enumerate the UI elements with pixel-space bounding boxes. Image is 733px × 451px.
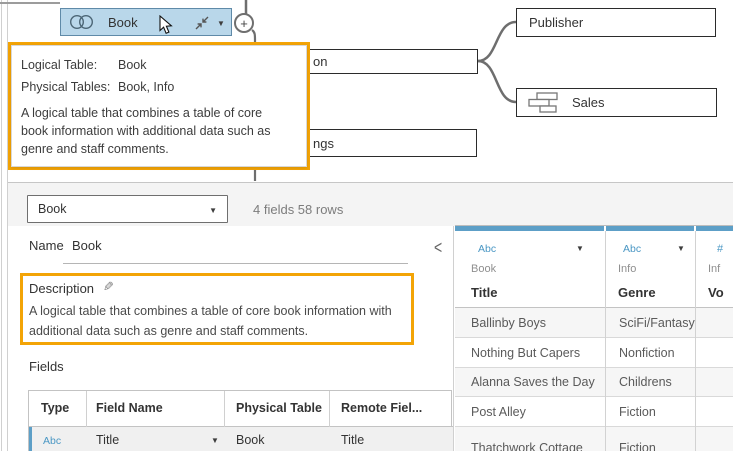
plus-icon: + — [240, 17, 248, 30]
name-input-underline — [63, 263, 408, 264]
fields-table-row[interactable]: Abc Title ▼ Book Title — [29, 427, 453, 451]
edit-pencil-icon[interactable]: ✎ — [103, 279, 114, 295]
node-edition-label: on — [313, 54, 327, 69]
cell-title: Alanna Saves the Day — [471, 375, 595, 389]
grid-col-divider-2 — [695, 231, 696, 451]
fields-header-physical-table: Physical Table — [236, 401, 322, 415]
grid-row-2: Nothing But Capers Nonfiction — [455, 338, 733, 368]
fields-header-field-name: Field Name — [96, 401, 163, 415]
join-venn-icon — [68, 14, 97, 30]
fields-header-remote-field: Remote Fiel... — [341, 401, 422, 415]
column-field-name: Title — [471, 285, 498, 300]
fields-section-label: Fields — [29, 359, 64, 374]
grid-row-1: Ballinby Boys SciFi/Fantasy — [455, 308, 733, 338]
field-name-caret-icon[interactable]: ▼ — [211, 436, 219, 445]
tooltip-description: A logical table that combines a table of… — [21, 104, 291, 158]
cell-genre: Childrens — [619, 375, 672, 389]
string-type-icon: Abc — [478, 243, 496, 255]
selector-caret-icon: ▼ — [209, 206, 217, 215]
fields-rows-summary: 4 fields 58 rows — [253, 202, 343, 217]
description-text: A logical table that combines a table of… — [29, 301, 407, 341]
node-dropdown-caret-icon[interactable]: ▼ — [217, 19, 225, 28]
grid-row-4: Post Alley Fiction — [455, 397, 733, 427]
fields-table: Type Field Name Physical Table Remote Fi… — [28, 390, 452, 451]
column-menu-caret-icon[interactable]: ▼ — [576, 244, 584, 253]
table-selector-dropdown[interactable]: Book ▼ — [27, 195, 228, 223]
column-field-name: Genre — [618, 285, 656, 300]
cell-genre: Fiction — [619, 405, 656, 419]
description-label: Description — [29, 281, 94, 296]
string-type-icon: Abc — [43, 435, 61, 447]
node-ratings-label: ngs — [313, 136, 334, 151]
tooltip-physical-value: Book, Info — [118, 80, 174, 94]
cell-genre: Fiction — [619, 441, 656, 451]
collapse-panel-icon[interactable]: < — [434, 236, 442, 258]
grid-row-5: Thatchwork Cottage Fiction — [455, 427, 733, 451]
grid-col-divider-1 — [605, 231, 606, 451]
table-tooltip: Logical Table: Book Physical Tables: Boo… — [11, 45, 307, 167]
name-label: Name — [29, 238, 64, 253]
column-table-name: Info — [618, 263, 636, 275]
number-type-icon: # — [717, 243, 723, 255]
node-book-label: Book — [108, 15, 138, 30]
tooltip-logical-label: Logical Table: — [21, 58, 118, 72]
column-field-name: Vo — [708, 285, 724, 300]
cell-genre: Nonfiction — [619, 346, 675, 360]
fields-header-type: Type — [41, 401, 69, 415]
column-menu-caret-icon[interactable]: ▼ — [677, 244, 685, 253]
grid-column-header-genre[interactable]: Abc ▼ Info Genre — [606, 231, 695, 308]
panel-grid-divider — [453, 226, 454, 451]
cell-title: Thatchwork Cottage — [471, 441, 583, 451]
add-table-button[interactable]: + — [234, 13, 254, 33]
tooltip-physical-label: Physical Tables: — [21, 80, 118, 94]
mouse-cursor-icon — [159, 15, 173, 35]
grid-row-3: Alanna Saves the Day Childrens — [455, 368, 733, 397]
string-type-icon: Abc — [623, 243, 641, 255]
column-table-name: Book — [471, 263, 496, 275]
cell-title: Ballinby Boys — [471, 316, 546, 330]
physical-table-cell: Book — [236, 433, 265, 447]
name-value-input[interactable]: Book — [72, 238, 102, 253]
cell-title: Nothing But Capers — [471, 346, 580, 360]
node-book-selected[interactable]: Book ▼ — [60, 8, 232, 36]
table-selector-value: Book — [38, 202, 67, 216]
collapse-table-icon[interactable] — [194, 15, 211, 31]
tableau-datasource-window: on ngs Publisher Sales Book — [0, 0, 733, 451]
grid-column-header-title[interactable]: Abc ▼ Book Title — [455, 231, 605, 308]
remote-field-cell: Title — [341, 433, 364, 447]
cell-title: Post Alley — [471, 405, 526, 419]
row-selected-bar — [29, 427, 32, 451]
field-name-cell[interactable]: Title — [96, 433, 119, 447]
table-tooltip-highlight: Logical Table: Book Physical Tables: Boo… — [8, 42, 310, 170]
tooltip-logical-value: Book — [118, 58, 147, 72]
cell-genre: SciFi/Fantasy — [619, 316, 695, 330]
grid-column-header-volume[interactable]: # Inf Vo — [696, 231, 733, 308]
column-table-name: Inf — [708, 263, 720, 275]
